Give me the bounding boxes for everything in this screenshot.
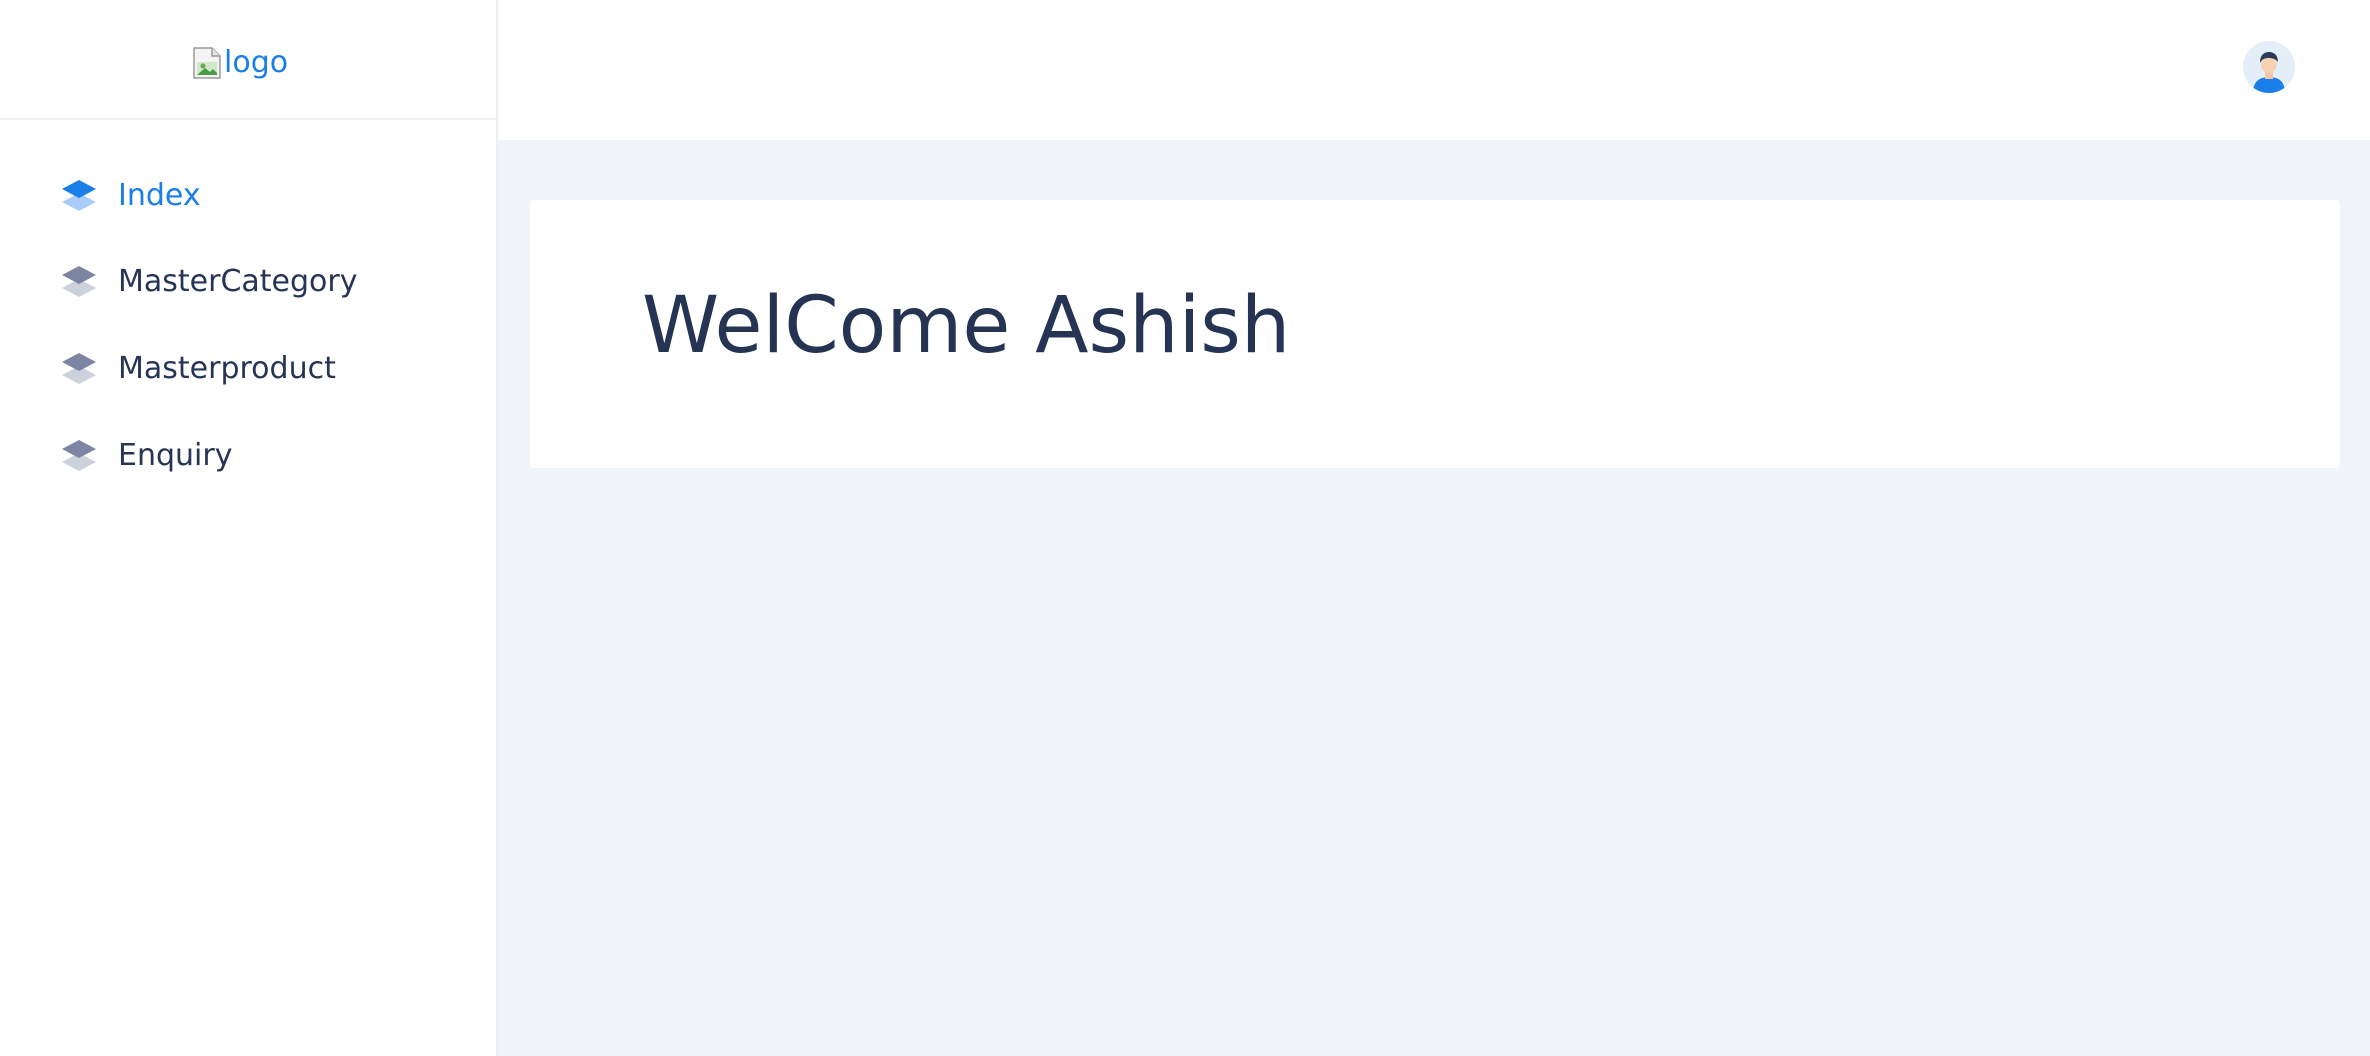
sidebar-item-label: Index [118, 177, 201, 213]
logo-area: logo [0, 0, 496, 120]
sidebar: logo Index MasterCategory Masterproduct … [0, 0, 498, 1056]
sidebar-item-index[interactable]: Index [60, 170, 201, 220]
sidebar-item-label: Masterproduct [118, 350, 336, 386]
app-root: logo Index MasterCategory Masterproduct … [0, 0, 2370, 1056]
logo-alt-text: logo [224, 45, 289, 80]
sidebar-item-masterproduct[interactable]: Masterproduct [60, 343, 336, 393]
topbar [498, 0, 2370, 140]
sidebar-item-mastercategory[interactable]: MasterCategory [60, 256, 358, 306]
sidebar-item-label: Enquiry [118, 437, 233, 473]
sidebar-item-label: MasterCategory [118, 263, 358, 299]
layers-icon [60, 436, 98, 474]
user-avatar-icon[interactable] [2243, 41, 2295, 93]
sidebar-item-enquiry[interactable]: Enquiry [60, 430, 232, 480]
layers-icon [60, 176, 98, 214]
broken-image-icon [192, 46, 222, 80]
layers-icon [60, 349, 98, 387]
welcome-heading: WelCome Ashish [642, 281, 1291, 371]
layers-icon [60, 262, 98, 300]
welcome-card: WelCome Ashish [530, 200, 2340, 468]
logo-link[interactable]: logo [192, 44, 288, 82]
